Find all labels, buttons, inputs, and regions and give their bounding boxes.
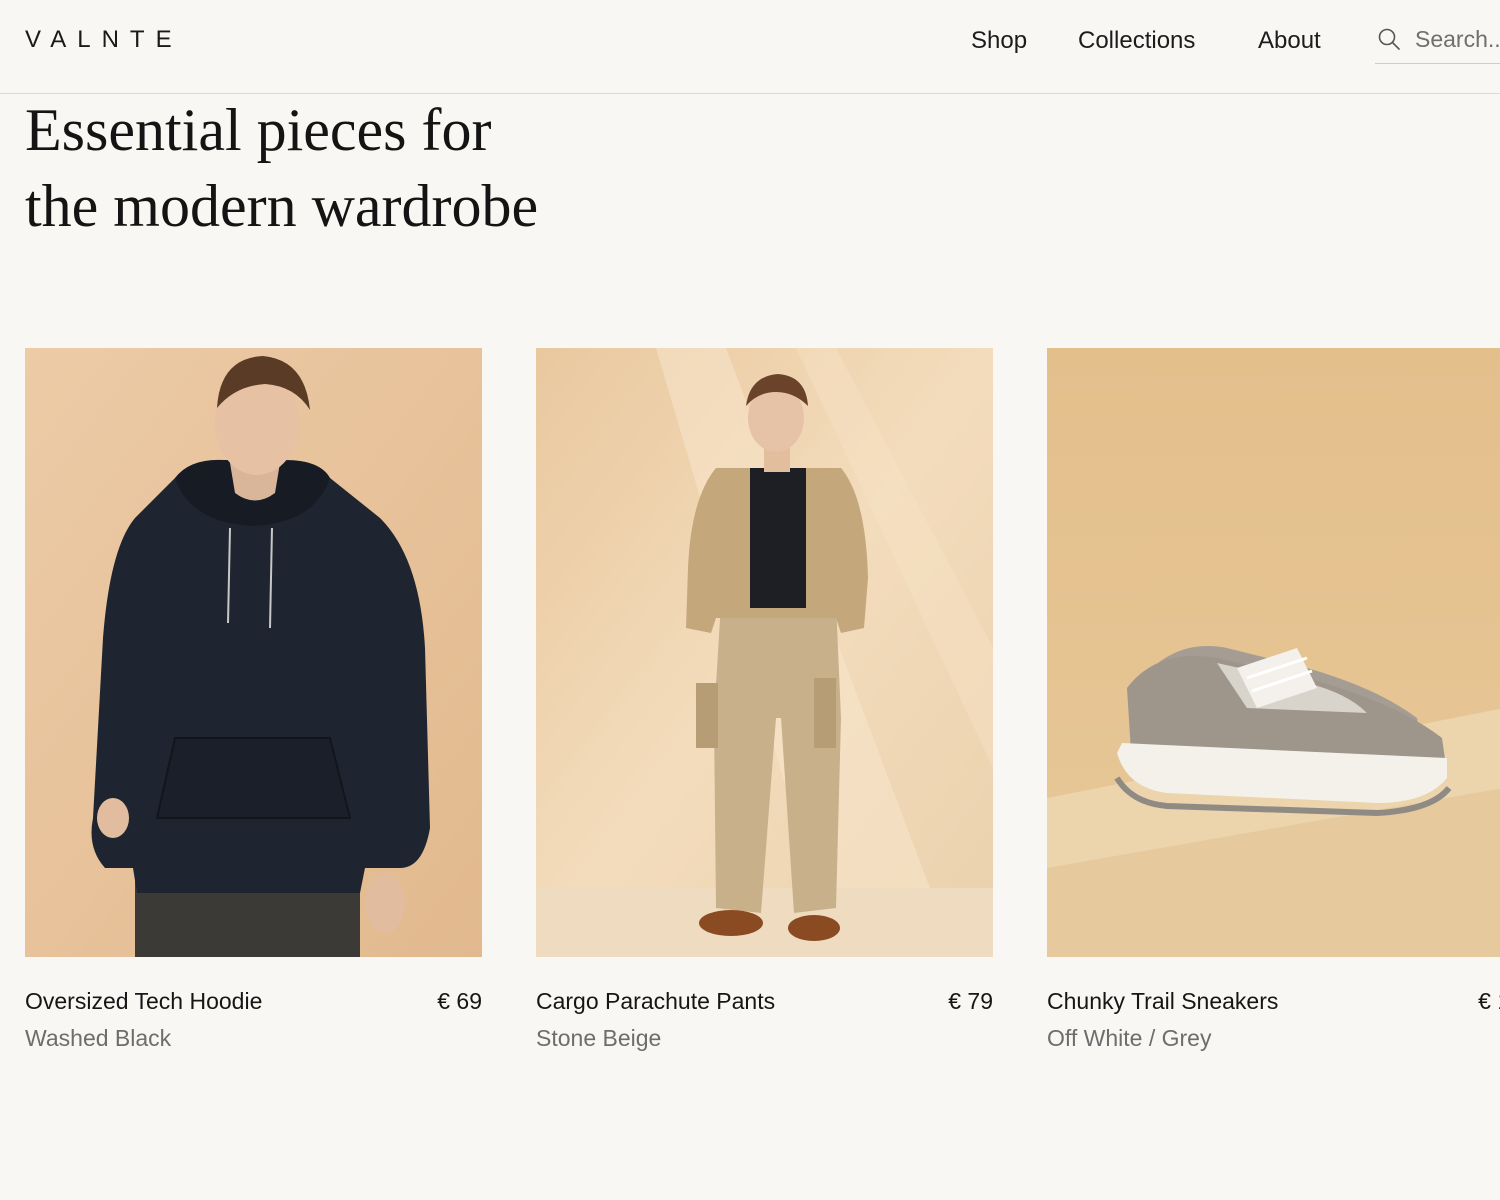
hero-title-line-1: Essential pieces for xyxy=(25,97,492,163)
product-color: Off White / Grey xyxy=(1047,1025,1212,1051)
product-price: € 69 xyxy=(437,988,482,1014)
sneakers-product-photo xyxy=(1047,348,1500,957)
cargo-pants-model-photo xyxy=(536,348,993,957)
product-card[interactable]: Oversized Tech Hoodie € 69 Washed Black xyxy=(25,348,482,1051)
product-image-sneakers[interactable] xyxy=(1047,348,1500,957)
product-card[interactable]: Chunky Trail Sneakers € 119 Off White / … xyxy=(1047,348,1500,1051)
product-price: € 119 xyxy=(1478,988,1500,1014)
product-name[interactable]: Cargo Parachute Pants xyxy=(536,988,775,1015)
product-card[interactable]: Cargo Parachute Pants € 79 Stone Beige xyxy=(536,348,993,1051)
product-color: Stone Beige xyxy=(536,1025,662,1051)
nav-collections[interactable]: Collections xyxy=(1078,27,1195,55)
site-header: VALNTE Shop Collections About xyxy=(0,0,1500,94)
nav-about[interactable]: About xyxy=(1258,27,1321,55)
product-name[interactable]: Oversized Tech Hoodie xyxy=(25,988,262,1015)
search-input[interactable] xyxy=(1415,24,1500,54)
product-color: Washed Black xyxy=(25,1025,172,1051)
search-icon[interactable] xyxy=(1377,27,1401,51)
nav-shop[interactable]: Shop xyxy=(971,27,1027,55)
product-image-hoodie[interactable] xyxy=(25,348,482,957)
search-box[interactable] xyxy=(1375,18,1500,64)
hoodie-model-photo xyxy=(25,348,482,957)
hero-title: Essential pieces for the modern wardrobe xyxy=(25,92,725,244)
product-name[interactable]: Chunky Trail Sneakers xyxy=(1047,988,1278,1015)
brand-logo[interactable]: VALNTE xyxy=(25,26,183,54)
hero-title-line-2: the modern wardrobe xyxy=(25,173,539,239)
product-price: € 79 xyxy=(948,988,993,1014)
product-image-cargo-pants[interactable] xyxy=(536,348,993,957)
